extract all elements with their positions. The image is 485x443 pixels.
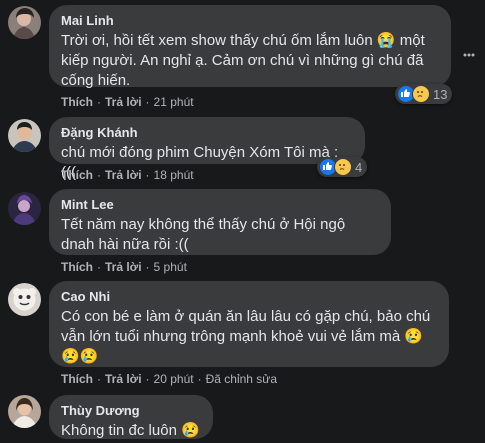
sad-reaction-icon [334, 158, 352, 176]
comment-text: Tết năm nay không thể thấy chú ở Hội ngộ… [61, 216, 346, 253]
reply-button[interactable]: Trả lời [105, 372, 142, 386]
avatar[interactable] [8, 192, 41, 225]
reaction-summary[interactable]: 4 [317, 157, 368, 177]
comment-bubble: Mint Lee Tết năm nay không thể thấy chú … [49, 189, 391, 255]
timestamp[interactable]: 21 phút [154, 95, 194, 109]
commenter-name[interactable]: Thùy Dương [61, 403, 201, 419]
reaction-count: 13 [433, 86, 448, 102]
comment-text: Không tin đc luôn 😢 [61, 422, 200, 439]
commenter-name[interactable]: Đặng Khánh [61, 125, 353, 141]
comment-actions: Thích · Trả lời · 21 phút [61, 95, 194, 109]
edited-label[interactable]: Đã chỉnh sửa [206, 372, 277, 386]
comment-text: Có con bé e làm ở quán ăn lâu lâu có gặp… [61, 308, 431, 365]
comment-actions: Thích · Trả lời · 18 phút [61, 168, 194, 182]
comment-bubble: Đặng Khánh chú mới đóng phim Chuyện Xóm … [49, 117, 365, 181]
reaction-summary[interactable]: 13 [395, 84, 453, 104]
like-button[interactable]: Thích [61, 168, 93, 182]
reply-button[interactable]: Trả lời [105, 95, 142, 109]
commenter-name[interactable]: Mint Lee [61, 197, 379, 213]
timestamp[interactable]: 20 phút [154, 372, 194, 386]
avatar[interactable] [8, 119, 41, 152]
reply-button[interactable]: Trả lời [105, 168, 142, 182]
commenter-name[interactable]: Mai Linh [61, 13, 439, 29]
timestamp[interactable]: 18 phút [154, 168, 194, 182]
avatar[interactable] [8, 395, 41, 428]
reaction-count: 4 [355, 159, 363, 175]
reply-button[interactable]: Trả lời [105, 260, 142, 274]
comment-actions: Thích · Trả lời · 5 phút [61, 260, 187, 274]
like-button[interactable]: Thích [61, 260, 93, 274]
comment-bubble: Thùy Dương Không tin đc luôn 😢 [49, 395, 213, 439]
comment-text-content: Trời ơi, hồi tết xem show thấy chú ốm lắ… [61, 32, 425, 89]
avatar[interactable] [8, 283, 41, 316]
avatar[interactable] [8, 6, 41, 39]
comment-bubble: Mai Linh Trời ơi, hồi tết xem show thấy … [49, 5, 451, 89]
commenter-name[interactable]: Cao Nhi [61, 289, 437, 305]
comment-bubble: Cao Nhi Có con bé e làm ở quán ăn lâu lâ… [49, 281, 449, 367]
like-button[interactable]: Thích [61, 372, 93, 386]
sad-reaction-icon [412, 85, 430, 103]
comment-actions: Thích · Trả lời · 20 phút · Đã chỉnh sửa [61, 372, 277, 386]
like-button[interactable]: Thích [61, 95, 93, 109]
more-options-icon[interactable] [463, 44, 475, 57]
timestamp[interactable]: 5 phút [154, 260, 187, 274]
comment-text: Trời ơi, hồi tết xem show thấy chú ốm lắ… [61, 31, 439, 91]
